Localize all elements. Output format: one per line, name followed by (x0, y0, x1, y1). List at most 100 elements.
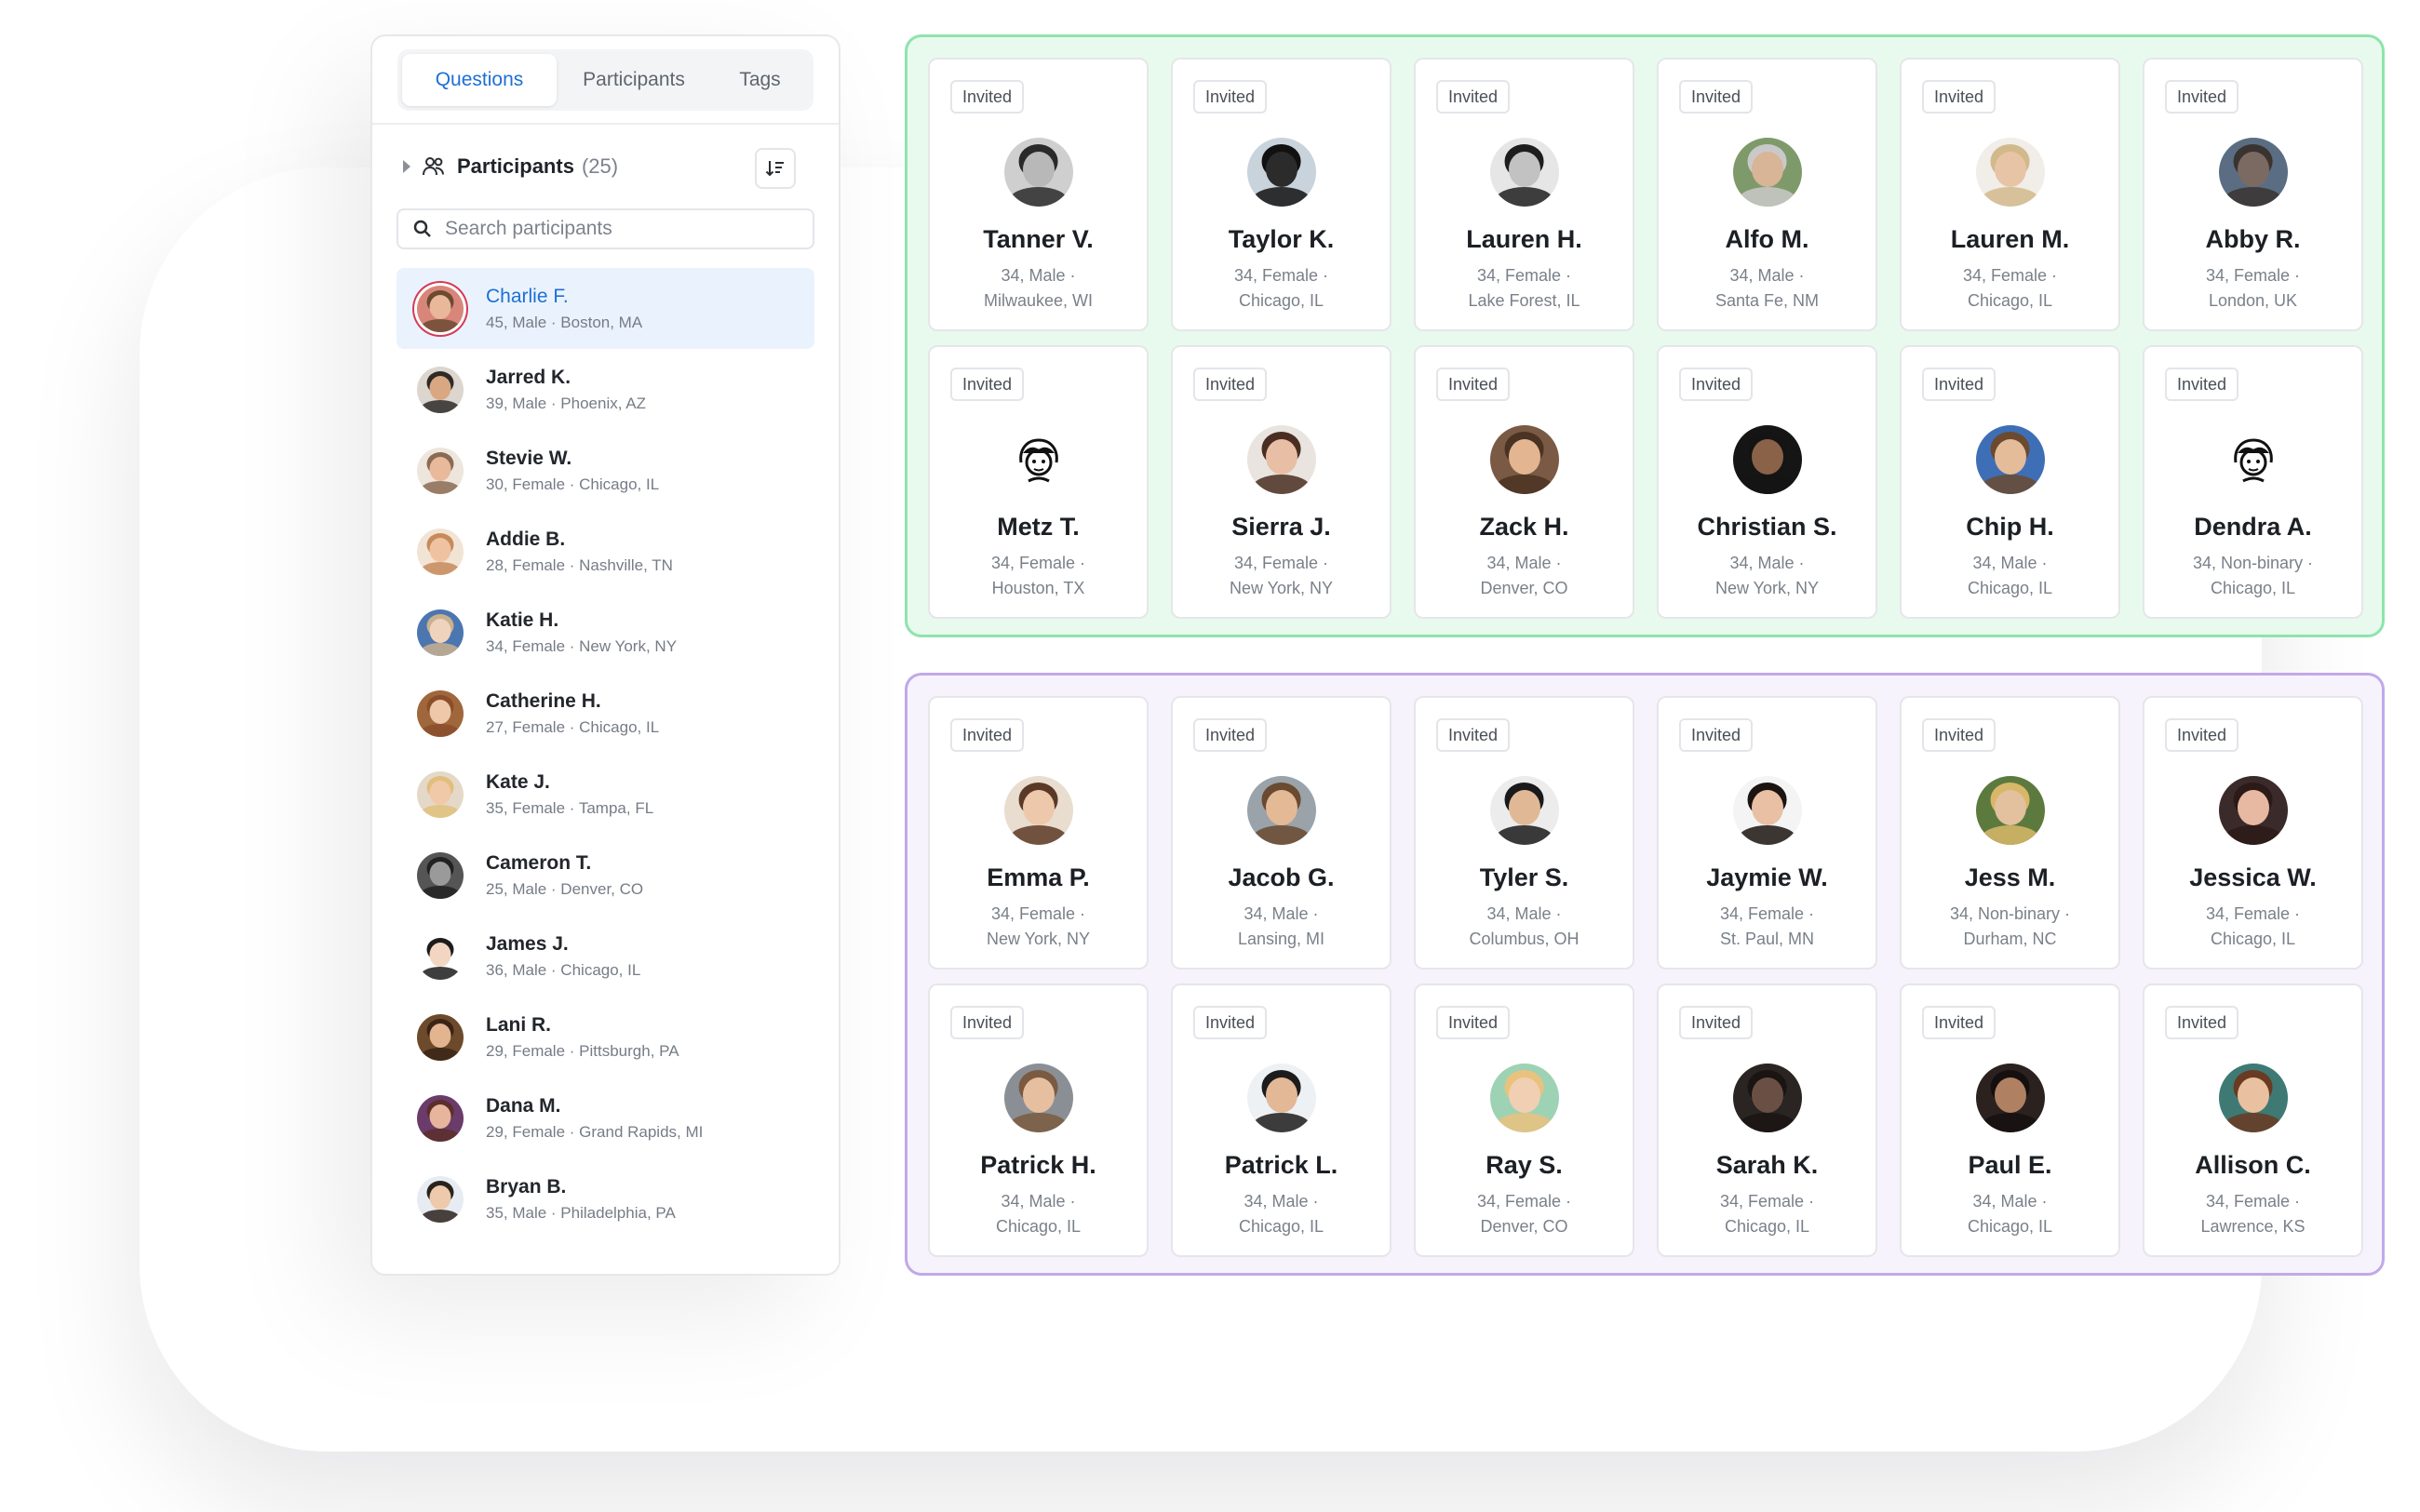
people-icon (423, 157, 444, 176)
participant-card[interactable]: Invited Tanner V. 34, Male · Milwaukee, … (928, 58, 1149, 331)
participant-demographics: 34, Male · (1486, 554, 1562, 572)
participant-meta: 36, Male · Chicago, IL (486, 960, 641, 979)
sketch-avatar-icon (1004, 426, 1072, 493)
participant-card[interactable]: Invited Patrick L. 34, Male · Chicago, I… (1171, 983, 1392, 1257)
participant-card[interactable]: Invited Zack H. 34, Male · Denver, CO (1414, 345, 1634, 619)
participant-card[interactable]: Invited Ray S. 34, Female · Denver, CO (1414, 983, 1634, 1257)
participant-name: Alfo M. (1725, 225, 1809, 253)
participant-meta: 34, Male · Chicago, IL (1239, 1189, 1324, 1239)
expand-caret-icon[interactable] (403, 160, 410, 173)
tab-tags[interactable]: Tags (711, 54, 809, 106)
participant-card[interactable]: Invited Chip H. 34, Male · Chicago, IL (1900, 345, 2120, 619)
participant-location: New York, NY (986, 930, 1091, 948)
participant-demographics: 34, Female · (1719, 904, 1815, 923)
avatar (417, 1013, 464, 1061)
participant-card[interactable]: Invited Jessica W. 34, Female · Chicago,… (2143, 696, 2363, 970)
avatar (1003, 776, 1073, 845)
participant-meta: 34, Female · New York, NY (987, 902, 1090, 952)
participant-card[interactable]: Invited Abby R. 34, Female · London, UK (2143, 58, 2363, 331)
participant-list-item[interactable]: Bryan B. 35, Male · Philadelphia, PA (397, 1158, 814, 1239)
participant-card[interactable]: Invited Sierra J. 34, Female · New York,… (1171, 345, 1392, 619)
avatar (417, 851, 464, 899)
participant-name: Katie H. (486, 609, 559, 631)
participant-list-item[interactable]: Charlie F. 45, Male · Boston, MA (397, 268, 814, 349)
avatar (1003, 138, 1073, 207)
participant-location: Chicago, IL (995, 1217, 1082, 1236)
participant-text: Addie B. 28, Female · Nashville, TN (486, 529, 673, 575)
participant-name: Addie B. (486, 528, 566, 550)
participant-name: Tyler S. (1479, 863, 1569, 891)
participant-name: Allison C. (2195, 1151, 2311, 1179)
participant-demographics: 34, Male · (1729, 266, 1805, 285)
search-input[interactable] (445, 218, 799, 240)
participant-meta: 34, Female · New York, NY (1230, 551, 1333, 601)
participant-card[interactable]: Invited Emma P. 34, Female · New York, N… (928, 696, 1149, 970)
participant-meta: 34, Female · Lawrence, KS (2200, 1189, 2305, 1239)
participant-list-item[interactable]: James J. 36, Male · Chicago, IL (397, 916, 814, 997)
participant-card[interactable]: Invited Jaymie W. 34, Female · St. Paul,… (1657, 696, 1877, 970)
participant-card[interactable]: Invited Jacob G. 34, Male · Lansing, MI (1171, 696, 1392, 970)
status-badge: Invited (950, 368, 1025, 401)
participant-list-item[interactable]: Kate J. 35, Female · Tampa, FL (397, 754, 814, 835)
participant-text: Katie H. 34, Female · New York, NY (486, 609, 677, 656)
participant-meta: 34, Male · Chicago, IL (1968, 1189, 2052, 1239)
avatar (1489, 138, 1559, 207)
participant-list-item[interactable]: Catherine H. 27, Female · Chicago, IL (397, 673, 814, 754)
participant-list-item[interactable]: Addie B. 28, Female · Nashville, TN (397, 511, 814, 592)
participant-card[interactable]: Invited Dendra A. 34, Non-binary · Chica… (2143, 345, 2363, 619)
participant-list-item[interactable]: Cameron T. 25, Male · Denver, CO (397, 835, 814, 916)
participant-name: Ray S. (1486, 1151, 1563, 1179)
participant-name: Paul E. (1968, 1151, 2052, 1179)
participant-meta: 29, Female · Grand Rapids, MI (486, 1122, 704, 1141)
status-badge: Invited (950, 718, 1025, 752)
status-badge: Invited (1679, 718, 1754, 752)
participant-meta: 34, Female · Chicago, IL (1963, 263, 2057, 314)
participant-location: Chicago, IL (1967, 291, 2053, 310)
participant-card[interactable]: Invited Allison C. 34, Female · Lawrence… (2143, 983, 2363, 1257)
avatar (2218, 1064, 2288, 1132)
participant-name: Kate J. (486, 770, 550, 793)
participant-demographics: 34, Non-binary · (2192, 554, 2314, 572)
participant-meta: 34, Female · Lake Forest, IL (1468, 263, 1580, 314)
participant-name: Taylor K. (1228, 225, 1335, 253)
status-badge: Invited (2165, 1006, 2239, 1039)
participant-card[interactable]: Invited Tyler S. 34, Male · Columbus, OH (1414, 696, 1634, 970)
tab-participants[interactable]: Participants (557, 54, 711, 106)
avatar (417, 528, 464, 575)
participant-location: Chicago, IL (1967, 579, 2053, 597)
avatar (1246, 776, 1316, 845)
participant-card[interactable]: Invited Sarah K. 34, Female · Chicago, I… (1657, 983, 1877, 1257)
participant-card[interactable]: Invited Christian S. 34, Male · New York… (1657, 345, 1877, 619)
participant-group-purple: Invited Emma P. 34, Female · New York, N… (905, 673, 2385, 1276)
participant-card[interactable]: Invited Taylor K. 34, Female · Chicago, … (1171, 58, 1392, 331)
participant-demographics: 34, Female · (1476, 1192, 1572, 1211)
avatar (417, 285, 464, 332)
participant-text: Jarred K. 39, Male · Phoenix, AZ (486, 367, 646, 413)
avatar (1246, 1064, 1316, 1132)
tab-questions[interactable]: Questions (402, 54, 557, 106)
participant-meta: 34, Female · Chicago, IL (1720, 1189, 1814, 1239)
participant-text: Charlie F. 45, Male · Boston, MA (486, 286, 642, 332)
participant-list-item[interactable]: Katie H. 34, Female · New York, NY (397, 592, 814, 673)
participant-card[interactable]: Invited Lauren H. 34, Female · Lake Fore… (1414, 58, 1634, 331)
participant-card[interactable]: Invited Lauren M. 34, Female · Chicago, … (1900, 58, 2120, 331)
avatar (1246, 138, 1316, 207)
participant-location: Lake Forest, IL (1468, 291, 1580, 310)
participant-location: Denver, CO (1480, 1217, 1568, 1236)
participant-meta: 27, Female · Chicago, IL (486, 717, 660, 736)
participant-card[interactable]: Invited Paul E. 34, Male · Chicago, IL (1900, 983, 2120, 1257)
participant-list-item[interactable]: Dana M. 29, Female · Grand Rapids, MI (397, 1077, 814, 1158)
participant-card[interactable]: Invited Metz T. 34, Female · Houston, TX (928, 345, 1149, 619)
tabs: Questions Participants Tags (397, 49, 813, 111)
participant-card[interactable]: Invited Jess M. 34, Non-binary · Durham,… (1900, 696, 2120, 970)
sort-button[interactable] (755, 148, 796, 189)
participant-card[interactable]: Invited Alfo M. 34, Male · Santa Fe, NM (1657, 58, 1877, 331)
participant-card[interactable]: Invited Patrick H. 34, Male · Chicago, I… (928, 983, 1149, 1257)
participant-list-item[interactable]: Lani R. 29, Female · Pittsburgh, PA (397, 997, 814, 1077)
status-badge: Invited (1436, 718, 1511, 752)
participant-list-item[interactable]: Stevie W. 30, Female · Chicago, IL (397, 430, 814, 511)
participant-list-item[interactable]: Jarred K. 39, Male · Phoenix, AZ (397, 349, 814, 430)
avatar (1489, 425, 1559, 494)
avatar (417, 770, 464, 818)
participant-demographics: 34, Male · (1001, 1192, 1076, 1211)
